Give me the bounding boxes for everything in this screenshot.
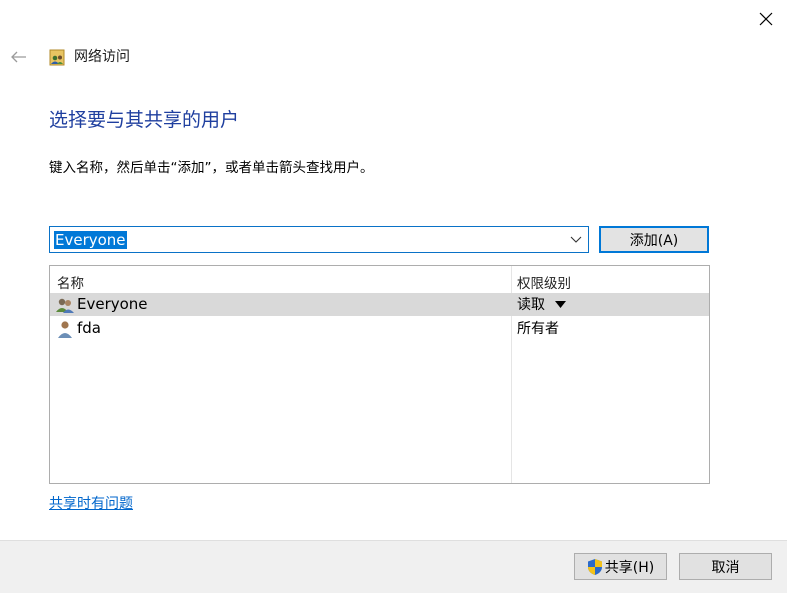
sharing-help-link[interactable]: 共享时有问题 (49, 493, 133, 513)
cancel-button[interactable]: 取消 (679, 553, 772, 580)
user-icon (58, 321, 72, 338)
column-header-permission[interactable]: 权限级别 (517, 272, 571, 292)
window-title: 网络访问 (74, 49, 130, 65)
row-name: Everyone (77, 295, 148, 313)
permission-dropdown-arrow-icon[interactable] (555, 301, 566, 309)
share-button[interactable]: 共享(H) (574, 553, 667, 580)
row-name: fda (77, 319, 101, 337)
combobox-selected-text[interactable]: Everyone (54, 231, 127, 249)
back-arrow-icon (11, 51, 26, 63)
close-button[interactable] (752, 6, 780, 32)
add-button[interactable]: 添加(A) (599, 226, 709, 253)
network-share-icon (49, 49, 65, 66)
back-button[interactable] (8, 46, 30, 68)
list-row-fda[interactable]: fda 所有者 (50, 317, 709, 340)
uac-shield-icon (587, 558, 602, 575)
users-list: 名称 权限级别 Everyone 读取 fda 所有者 (49, 265, 710, 484)
share-button-label: 共享(H) (604, 559, 655, 576)
list-row-everyone[interactable]: Everyone 读取 (50, 293, 709, 316)
chevron-down-icon[interactable] (570, 233, 582, 245)
group-icon (56, 298, 74, 313)
row-permission[interactable]: 读取 (517, 295, 545, 315)
page-heading: 选择要与其共享的用户 (49, 109, 240, 131)
row-permission: 所有者 (517, 321, 559, 337)
close-icon (759, 12, 773, 26)
user-name-combobox[interactable]: Everyone (49, 226, 589, 253)
dialog-footer: 共享(H) 取消 (0, 540, 787, 593)
instruction-text: 键入名称，然后单击“添加”，或者单击箭头查找用户。 (49, 160, 374, 176)
column-header-name[interactable]: 名称 (57, 272, 84, 292)
